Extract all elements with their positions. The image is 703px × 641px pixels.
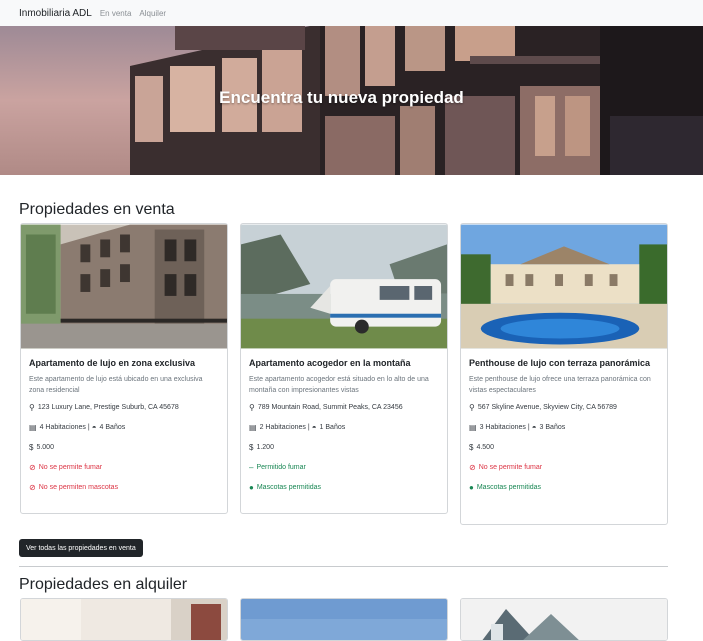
property-image-caravan	[241, 224, 447, 349]
ban-icon: ⊘	[29, 483, 36, 492]
section-title-rent: Propiedades en alquiler	[19, 576, 188, 593]
card-price: $1.200	[249, 443, 274, 452]
bath-icon: ◓	[531, 423, 537, 432]
map-pin-icon: ⚲	[249, 403, 255, 412]
card-title: Apartamento de lujo en zona exclusiva	[29, 358, 196, 368]
rental-card[interactable]	[460, 598, 668, 641]
card-address: ⚲ 789 Mountain Road, Summit Peaks, CA 234…	[249, 403, 403, 412]
rental-card[interactable]	[240, 598, 448, 641]
ban-icon: ⊘	[469, 463, 476, 472]
smoking-icon: –	[249, 463, 254, 472]
card-price: $5.000	[29, 443, 54, 452]
card-smoking: – Permitido fumar	[249, 463, 306, 472]
card-price: $4.500	[469, 443, 494, 452]
property-card[interactable]: Apartamento acogedor en la montaña Este …	[240, 223, 448, 514]
card-address: ⚲ 123 Luxury Lane, Prestige Suburb, CA 45…	[29, 403, 179, 412]
card-pets: ⊘ No se permiten mascotas	[29, 483, 119, 492]
nav-link-alquiler[interactable]: Alquiler	[139, 9, 166, 18]
navbar: Inmobiliaria ADL En venta Alquiler	[0, 0, 703, 26]
map-pin-icon: ⚲	[469, 403, 475, 412]
card-description: Este penthouse de lujo ofrece una terraz…	[469, 376, 651, 394]
dollar-icon: $	[469, 443, 474, 452]
property-image-mansion	[461, 224, 667, 349]
property-card[interactable]: Penthouse de lujo con terraza panorámica…	[460, 223, 668, 525]
view-all-sale-button[interactable]: Ver todas las propiedades en venta	[19, 539, 143, 557]
card-title: Penthouse de lujo con terraza panorámica	[469, 358, 651, 368]
brand-logo[interactable]: Inmobiliaria ADL	[19, 8, 92, 19]
hero-title: Encuentra tu nueva propiedad	[219, 88, 464, 107]
paw-icon: ●	[249, 483, 254, 492]
property-card[interactable]: Apartamento de lujo en zona exclusiva Es…	[20, 223, 228, 514]
card-title: Apartamento acogedor en la montaña	[249, 358, 411, 368]
rental-card[interactable]	[20, 598, 228, 641]
rental-image-house	[461, 599, 667, 640]
card-description: Este apartamento acogedor está situado e…	[249, 376, 429, 394]
card-rooms-baths: ▤ 2 Habitaciones | ◓ 1 Baños	[249, 423, 346, 432]
card-smoking: ⊘ No se permite fumar	[469, 463, 543, 472]
dollar-icon: $	[249, 443, 254, 452]
card-pets: ● Mascotas permitidas	[249, 483, 322, 492]
card-address: ⚲ 567 Skyline Avenue, Skyview City, CA 56…	[469, 403, 617, 412]
rental-image-interior	[21, 599, 227, 640]
section-title-sale: Propiedades en venta	[19, 201, 175, 218]
card-description: Este apartamento de lujo está ubicado en…	[29, 376, 203, 394]
bed-icon: ▤	[249, 423, 257, 432]
bath-icon: ◓	[91, 423, 97, 432]
dollar-icon: $	[29, 443, 34, 452]
nav-link-en-venta[interactable]: En venta	[100, 9, 132, 18]
card-smoking: ⊘ No se permite fumar	[29, 463, 103, 472]
rental-image-sky	[241, 599, 447, 640]
bed-icon: ▤	[469, 423, 477, 432]
paw-icon: ●	[469, 483, 474, 492]
bed-icon: ▤	[29, 423, 37, 432]
card-pets: ● Mascotas permitidas	[469, 483, 542, 492]
section-divider	[19, 566, 668, 567]
bath-icon: ◓	[311, 423, 317, 432]
card-rooms-baths: ▤ 3 Habitaciones | ◓ 3 Baños	[469, 423, 566, 432]
card-rooms-baths: ▤ 4 Habitaciones | ◓ 4 Baños	[29, 423, 126, 432]
hero-banner: Encuentra tu nueva propiedad	[0, 26, 703, 175]
ban-icon: ⊘	[29, 463, 36, 472]
property-image-townhouses	[21, 224, 227, 349]
map-pin-icon: ⚲	[29, 403, 35, 412]
